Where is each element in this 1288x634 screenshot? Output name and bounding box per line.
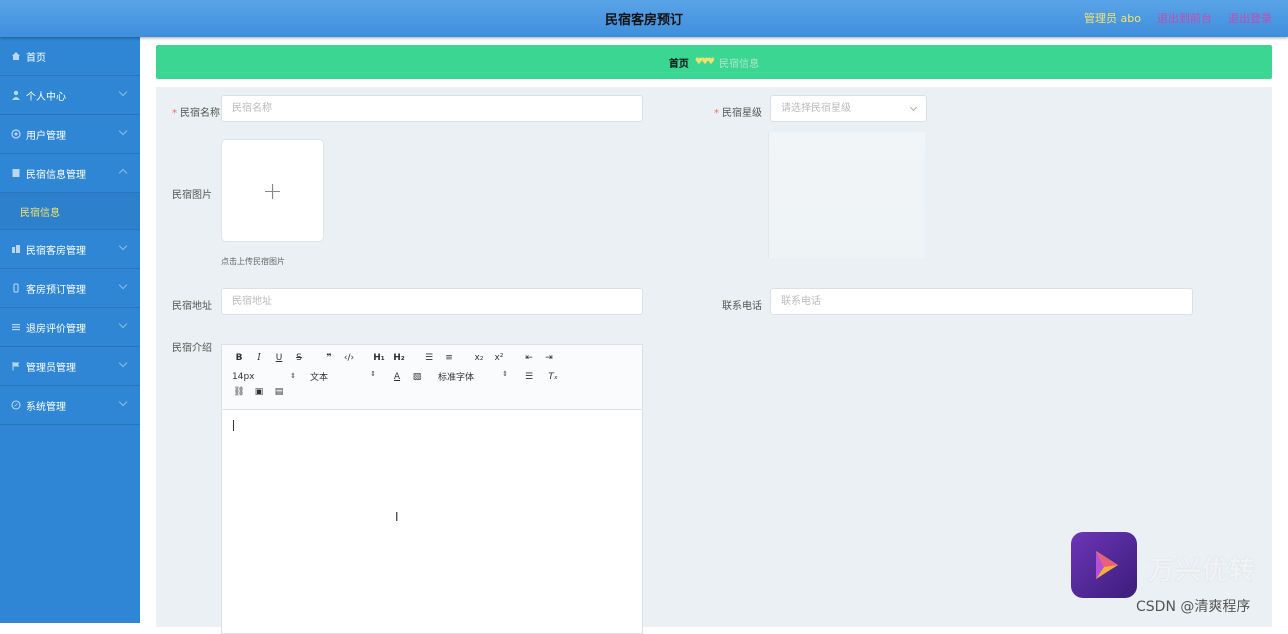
editor-toolbar: B I U S ❞ ‹/› H₁ H₂ ☰ ≡ x₂ x² ⇤ ⇥ 14px⇕: [222, 345, 642, 410]
star-select[interactable]: 请选择民宿星级: [770, 95, 927, 122]
sidebar-item-label: 用户管理: [26, 130, 66, 142]
name-label: * 民宿名称: [172, 108, 220, 119]
chevron-down-icon: [118, 397, 128, 407]
heading1-icon[interactable]: H₁: [372, 353, 386, 363]
subscript-icon[interactable]: x₂: [472, 353, 486, 363]
name-input[interactable]: 民宿名称: [221, 95, 643, 122]
top-bar: 民宿客房预订 管理员 abo 退出到前台 退出登录: [0, 0, 1288, 37]
list-icon: [10, 321, 22, 333]
sidebar-item-admins[interactable]: 管理员管理: [0, 347, 140, 386]
align-icon[interactable]: ☰: [522, 372, 536, 382]
watermark-logo-icon: [1071, 532, 1137, 598]
video-icon[interactable]: ▤: [272, 387, 286, 397]
sidebar-item-users[interactable]: 用户管理: [0, 115, 140, 154]
phone-label: 联系电话: [722, 301, 762, 312]
star-dropdown-ghost: [768, 132, 925, 258]
text-type-select[interactable]: 文本 ⇕: [310, 370, 382, 383]
star-select-placeholder: 请选择民宿星级: [781, 103, 851, 114]
link-icon[interactable]: ⛓: [232, 387, 246, 397]
italic-icon[interactable]: I: [252, 353, 266, 363]
building-icon: [10, 243, 22, 255]
ordered-list-icon[interactable]: ☰: [422, 353, 436, 363]
plus-icon: +: [262, 177, 283, 205]
document-icon: [10, 167, 22, 179]
sidebar-item-label: 民宿信息管理: [26, 169, 86, 181]
users-icon: [10, 128, 22, 140]
back-to-front-link[interactable]: 退出到前台: [1157, 10, 1212, 26]
font-color-icon[interactable]: A: [390, 372, 404, 382]
watermark-brand: 万兴优转: [1148, 556, 1257, 586]
sidebar-item-label: 首页: [26, 52, 46, 64]
watermark-credit: CSDN @清爽程序: [1136, 599, 1251, 615]
sidebar-item-system[interactable]: 系统管理: [0, 386, 140, 425]
sidebar: 首页 个人中心 用户管理 民宿信息管理 民宿信息 民宿客房管理 客房预订管理 退…: [0, 37, 140, 623]
phone-input[interactable]: 联系电话: [770, 288, 1193, 315]
quote-icon[interactable]: ❞: [322, 353, 336, 363]
rich-text-editor: B I U S ❞ ‹/› H₁ H₂ ☰ ≡ x₂ x² ⇤ ⇥ 14px⇕: [221, 344, 643, 634]
sidebar-item-label: 退房评价管理: [26, 323, 86, 335]
text-caret: [233, 420, 234, 431]
sidebar-item-rooms[interactable]: 民宿客房管理: [0, 230, 140, 269]
intro-label: 民宿介绍: [172, 343, 212, 354]
breadcrumb-home[interactable]: 首页: [669, 55, 689, 70]
chevron-up-icon: [118, 168, 128, 178]
ibeam-cursor-icon: I: [395, 510, 399, 524]
bullet-list-icon[interactable]: ≡: [442, 353, 456, 363]
top-links: 管理员 abo 退出到前台 退出登录: [1084, 10, 1272, 26]
image-upload[interactable]: +: [221, 139, 324, 242]
editor-content[interactable]: I: [222, 410, 642, 630]
compass-icon: [10, 399, 22, 411]
home-icon: [10, 50, 22, 62]
chevron-down-icon: [118, 280, 128, 290]
underline-icon[interactable]: U: [272, 353, 286, 363]
phone-icon: [10, 282, 22, 294]
admin-user-label: 管理员 abo: [1084, 12, 1141, 25]
sidebar-item-label: 客房预订管理: [26, 284, 86, 296]
chevron-down-icon: [909, 103, 918, 112]
font-size-select[interactable]: 14px ⇕: [232, 372, 302, 382]
indent-icon[interactable]: ⇥: [542, 353, 556, 363]
sidebar-subitem-homestay-info[interactable]: 民宿信息: [0, 193, 140, 230]
outdent-icon[interactable]: ⇤: [522, 353, 536, 363]
sidebar-item-homestay-info[interactable]: 民宿信息管理: [0, 154, 140, 193]
breadcrumb: 首页 ♥♥♥ 民宿信息: [156, 45, 1272, 79]
heading2-icon[interactable]: H₂: [392, 353, 406, 363]
breadcrumb-current: 民宿信息: [719, 58, 760, 70]
sidebar-item-profile[interactable]: 个人中心: [0, 76, 140, 115]
upload-tip: 点击上传民宿图片: [221, 257, 285, 266]
address-label: 民宿地址: [172, 301, 212, 312]
code-icon[interactable]: ‹/›: [342, 353, 356, 363]
strikethrough-icon[interactable]: S: [292, 353, 306, 363]
sidebar-item-label: 管理员管理: [26, 362, 76, 374]
sidebar-item-bookings[interactable]: 客房预订管理: [0, 269, 140, 308]
sidebar-item-label: 个人中心: [26, 91, 66, 103]
image-label: 民宿图片: [172, 190, 212, 201]
user-icon: [10, 89, 22, 101]
sidebar-item-label: 民宿客房管理: [26, 245, 86, 257]
image-icon[interactable]: ▣: [252, 387, 266, 397]
chevron-down-icon: [118, 126, 128, 136]
background-color-icon[interactable]: ▧: [410, 372, 424, 382]
chevron-down-icon: [118, 319, 128, 329]
sidebar-subitem-label: 民宿信息: [20, 207, 60, 219]
chevron-down-icon: [118, 87, 128, 97]
chevron-down-icon: [118, 241, 128, 251]
clear-format-icon[interactable]: Tₓ: [546, 372, 560, 382]
font-family-select[interactable]: 标准字体 ⇕: [438, 370, 514, 383]
sidebar-item-label: 系统管理: [26, 401, 66, 413]
address-input[interactable]: 民宿地址: [221, 288, 643, 315]
sidebar-item-reviews[interactable]: 退房评价管理: [0, 308, 140, 347]
logout-link[interactable]: 退出登录: [1228, 10, 1272, 26]
sidebar-item-home[interactable]: 首页: [0, 37, 140, 76]
superscript-icon[interactable]: x²: [492, 353, 506, 363]
bold-icon[interactable]: B: [232, 353, 246, 363]
heart-separator-icon: ♥♥♥: [694, 57, 715, 67]
star-label: * 民宿星级: [714, 108, 762, 119]
chevron-down-icon: [118, 358, 128, 368]
flag-icon: [10, 360, 22, 372]
